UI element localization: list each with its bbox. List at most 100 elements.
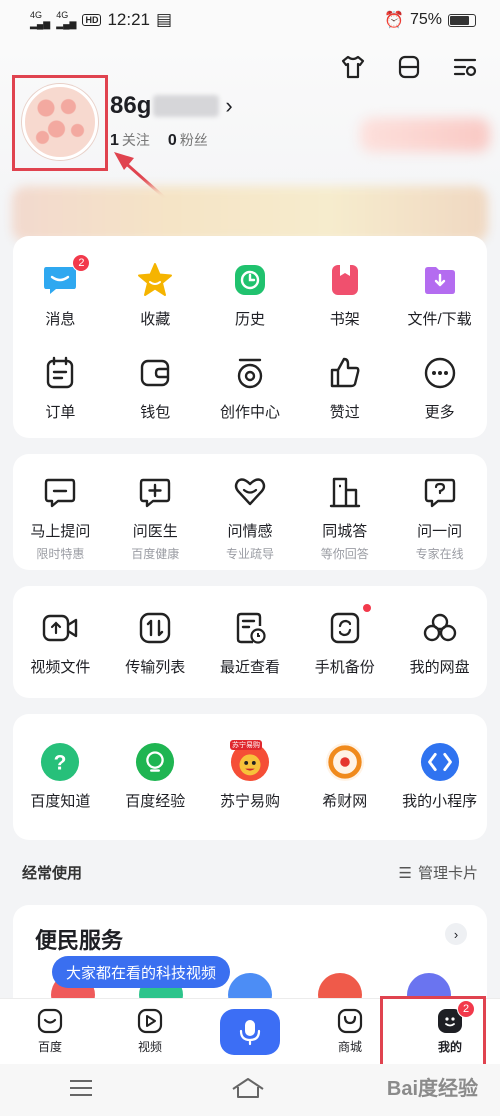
grid-item-label: 希财网 (322, 793, 368, 810)
service-more-button[interactable]: › (445, 923, 467, 945)
tab-mine-highlight-frame (380, 996, 486, 1072)
grid-item-creator-center[interactable]: 创作中心 (203, 353, 298, 422)
question-icon (420, 472, 460, 512)
manage-cards-button[interactable]: ☰ 管理卡片 (399, 862, 478, 883)
grid-item-xicai[interactable]: 希财网 (297, 742, 392, 811)
grid-item-baidu-zhidao[interactable]: ? 百度知道 (13, 742, 108, 811)
settings-icon[interactable] (450, 52, 480, 82)
service-title: 便民服务 (35, 928, 124, 953)
chevron-right-icon: › (453, 926, 459, 942)
svg-text:?: ? (54, 752, 67, 775)
cloud-disk-card: 视频文件 传输列表 最近查看 手机备份 我的网盘 (13, 586, 487, 698)
messages-badge: 2 (72, 254, 91, 272)
grid-item-label: 马上提问 (30, 523, 91, 540)
grid-item-sublabel: 百度健康 (131, 547, 180, 561)
status-time: 12:21 (107, 10, 151, 29)
grid-item-label: 创作中心 (219, 404, 280, 421)
grid-item-orders[interactable]: 订单 (13, 353, 108, 422)
chevron-right-icon: › (225, 93, 233, 118)
grid-item-transfer-list[interactable]: 传输列表 (108, 608, 203, 677)
creator-icon (230, 353, 270, 393)
username-blur (153, 95, 220, 117)
grid-item-label: 问医生 (132, 523, 178, 540)
video-play-icon (137, 1008, 163, 1034)
battery-percent: 75% (409, 11, 442, 28)
username-text: 86g (110, 92, 152, 119)
grid-item-liked[interactable]: 赞过 (297, 353, 392, 422)
grid-item-label: 苏宁易购 (219, 793, 280, 810)
signal-2-icon: 4G ▂▄▆ (56, 10, 77, 29)
suning-tag: 苏宁易购 (229, 740, 262, 750)
grid-item-video-files[interactable]: 视频文件 (13, 608, 108, 677)
home-icon[interactable] (231, 1077, 265, 1104)
tab-baidu[interactable]: 百度 (0, 1008, 100, 1055)
battery-icon (448, 13, 476, 27)
tab-video[interactable]: 视频 (100, 1008, 200, 1055)
grid-item-recent-view[interactable]: 最近查看 (203, 608, 298, 677)
notification-icon: ▤ (156, 10, 173, 29)
grid-item-ask-expert[interactable]: 问一问 专家在线 (392, 472, 487, 562)
grid-item-favorites[interactable]: 收藏 (108, 260, 203, 329)
backup-icon (325, 604, 371, 648)
grid-item-label: 钱包 (140, 404, 171, 421)
shop-bag-icon (337, 1008, 363, 1034)
grid-item-phone-backup[interactable]: 手机备份 (297, 604, 392, 677)
grid-item-label: 问一问 (417, 523, 463, 540)
thumbs-up-icon (325, 353, 365, 393)
grid-item-label: 同城答 (322, 523, 368, 540)
grid-item-baidu-jingyan[interactable]: 百度经验 (108, 742, 203, 811)
grid-item-downloads[interactable]: 文件/下载 (392, 260, 487, 329)
grid-item-label: 百度经验 (125, 793, 186, 810)
grid-item-label: 文件/下载 (407, 311, 472, 328)
bookshelf-icon (325, 260, 365, 300)
grid-item-mini-programs[interactable]: 我的小程序 (392, 742, 487, 811)
doctor-icon (135, 472, 175, 512)
grid-item-label: 视频文件 (30, 659, 91, 676)
menu-icon[interactable] (68, 1078, 94, 1103)
mini-program-icon (420, 742, 460, 782)
grid-item-bookshelf[interactable]: 书架 (297, 260, 392, 329)
grid-item-label: 手机备份 (314, 659, 375, 676)
username[interactable]: 86g › (110, 92, 233, 120)
grid-item-wallet[interactable]: 钱包 (108, 353, 203, 422)
grid-item-label: 赞过 (329, 404, 360, 421)
grid-item-label: 我的小程序 (402, 793, 478, 810)
grid-item-label: 历史 (234, 311, 265, 328)
grid-item-messages[interactable]: 2 消息 (13, 254, 108, 329)
grid-item-label: 问情感 (227, 523, 273, 540)
grid-item-sublabel: 专家在线 (415, 547, 464, 561)
grid-item-label: 书架 (329, 311, 360, 328)
grid-item-label: 百度知道 (30, 793, 91, 810)
signal-1-icon: 4G ▂▄▆ (30, 10, 51, 29)
baidu-jingyan-icon (135, 742, 175, 782)
manage-cards-label: 管理卡片 (417, 865, 478, 882)
video-file-icon (40, 608, 80, 648)
grid-item-label: 我的网盘 (409, 659, 470, 676)
tab-label: 视频 (137, 1040, 162, 1054)
grid-item-ask-now[interactable]: 马上提问 限时特惠 (13, 472, 108, 562)
grid-item-ask-emotion[interactable]: 问情感 专业疏导 (203, 472, 298, 562)
blurred-banner (12, 186, 488, 242)
list-icon: ☰ (398, 864, 412, 882)
baidu-home-icon (37, 1008, 63, 1034)
grid-item-more[interactable]: 更多 (392, 353, 487, 422)
tab-voice-search[interactable] (200, 1008, 300, 1055)
scan-icon[interactable] (394, 52, 424, 82)
backup-notification-dot (362, 604, 371, 612)
grid-item-my-cloud-disk[interactable]: 我的网盘 (392, 608, 487, 677)
main-functions-card: 2 消息 收藏 历史 书架 文件/下载 订单 钱包 创作中心 赞过 更多 (13, 236, 487, 438)
more-icon (420, 353, 460, 393)
grid-item-local-answers[interactable]: 同城答 等你回答 (297, 472, 392, 562)
grid-item-ask-doctor[interactable]: 问医生 百度健康 (108, 472, 203, 562)
grid-item-history[interactable]: 历史 (203, 260, 298, 329)
watermark-logo: Bai度经验 (386, 1078, 478, 1100)
grid-item-label: 传输列表 (125, 659, 186, 676)
wallet-icon (135, 353, 175, 393)
grid-item-suning[interactable]: 苏宁易购 苏宁易购 (203, 740, 298, 811)
clock-icon (230, 260, 270, 300)
tshirt-skin-icon[interactable] (338, 52, 368, 82)
recent-icon (230, 608, 270, 648)
tech-video-tooltip[interactable]: 大家都在看的科技视频 (52, 956, 231, 988)
download-folder-icon (420, 260, 460, 300)
ask-services-card: 马上提问 限时特惠 问医生 百度健康 问情感 专业疏导 同城答 等你回答 问一问… (13, 454, 487, 570)
